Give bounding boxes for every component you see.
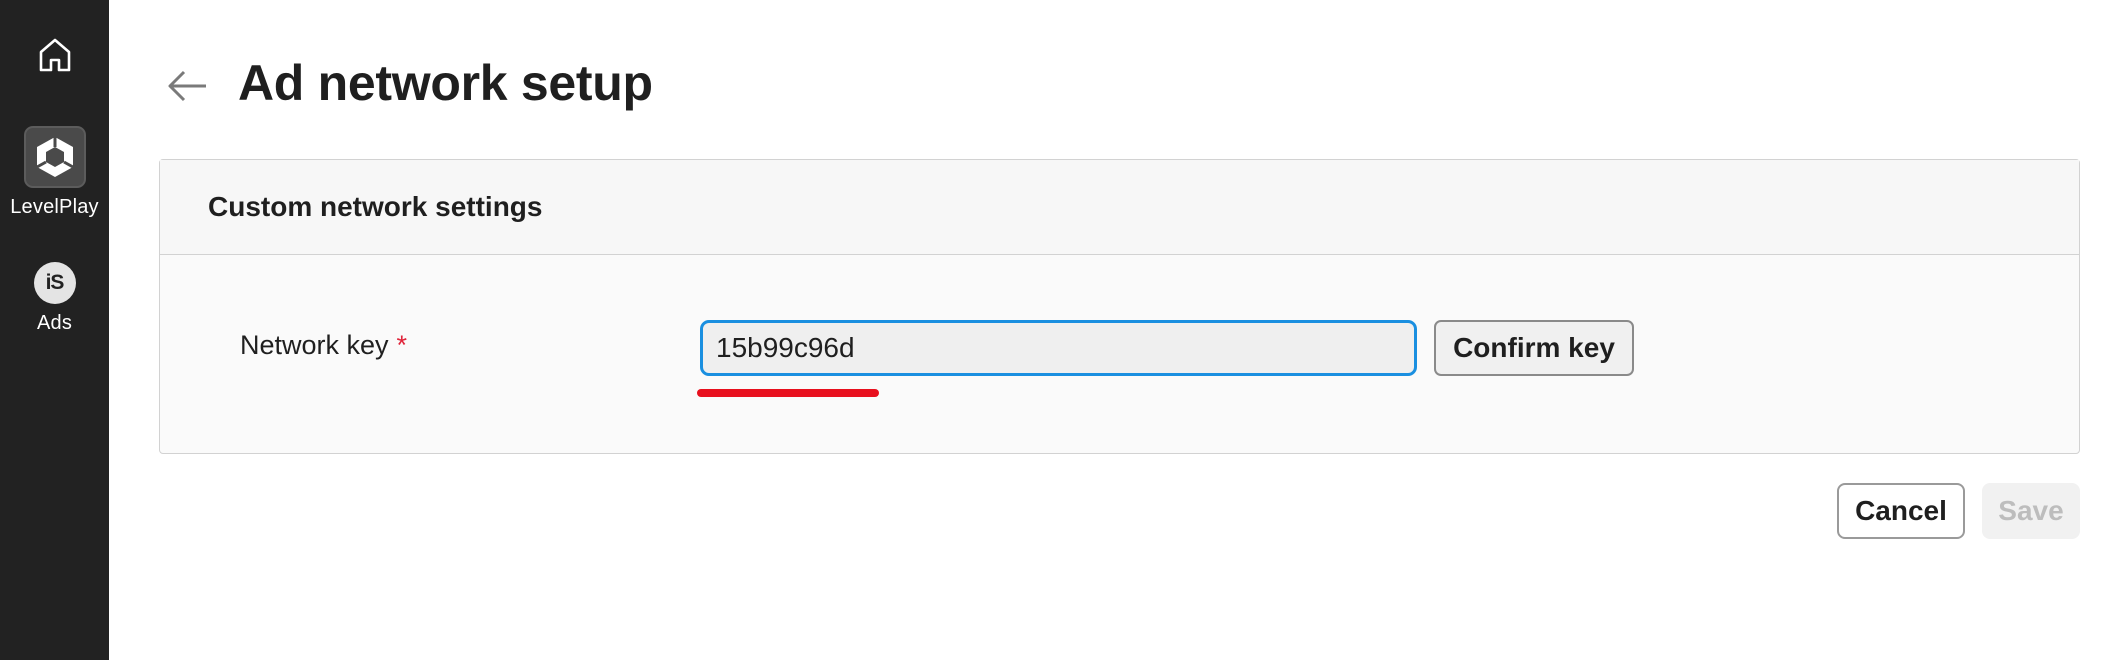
sidebar-item-label: Ads [36, 312, 73, 334]
required-indicator: * [396, 330, 408, 360]
is-logo-icon: iS [33, 262, 76, 304]
home-icon [39, 38, 70, 72]
sidebar-item-ads[interactable]: iS Ads [0, 262, 109, 335]
sidebar-item-levelplay[interactable]: LevelPlay [0, 126, 109, 219]
sidebar-item-home[interactable] [0, 36, 109, 74]
page-title: Ad network setup [238, 55, 653, 111]
unity-logo-icon [35, 137, 74, 177]
network-key-label-text: Network key [240, 330, 389, 360]
sidebar: LevelPlay iS Ads [0, 0, 109, 660]
arrow-left-icon[interactable] [166, 66, 210, 106]
save-button: Save [1982, 483, 2080, 539]
card-title: Custom network settings [208, 191, 543, 222]
annotation-underline [697, 389, 879, 397]
network-key-input[interactable] [700, 320, 1417, 376]
cancel-button[interactable]: Cancel [1837, 483, 1965, 539]
sidebar-item-label: LevelPlay [10, 196, 99, 218]
custom-network-settings-card: Custom network settings [159, 159, 2080, 454]
card-header: Custom network settings [160, 160, 2079, 255]
levelplay-icon-box [23, 126, 86, 188]
network-key-label: Network key * [240, 330, 407, 361]
confirm-key-button[interactable]: Confirm key [1434, 320, 1634, 376]
